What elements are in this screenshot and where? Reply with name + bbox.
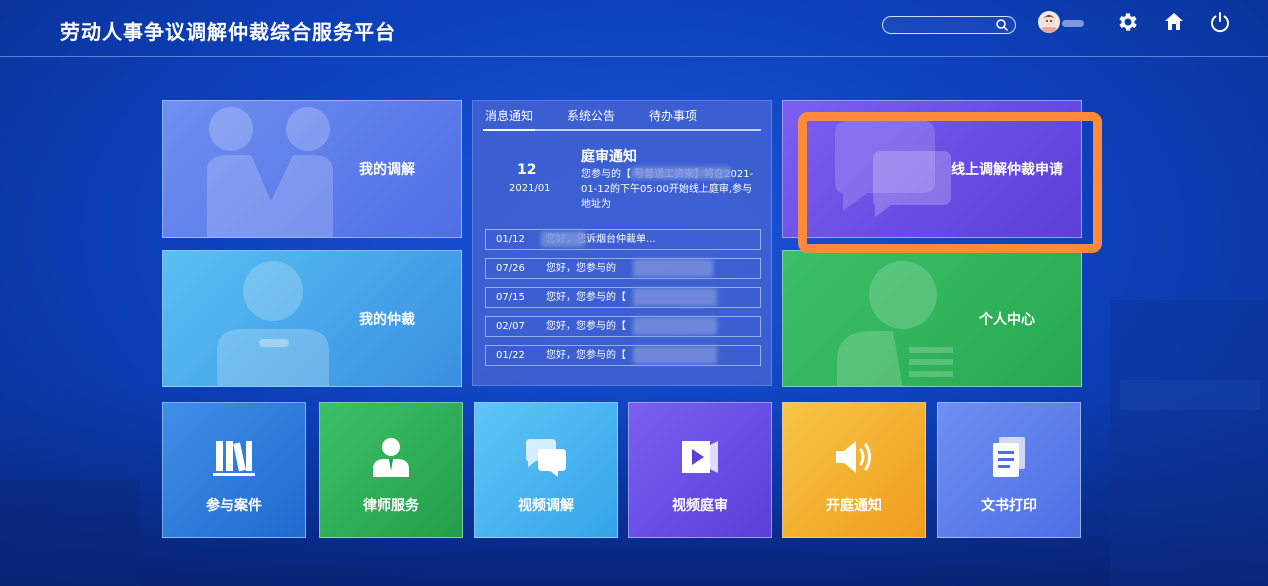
books-icon xyxy=(213,441,255,476)
redaction xyxy=(631,167,731,179)
personal-center-label: 个人中心 xyxy=(979,311,1035,328)
lawyer-icon xyxy=(373,438,409,477)
list-item-date: 01/12 xyxy=(496,234,525,245)
list-item[interactable]: 07/26 您好，您参与的 xyxy=(485,258,761,279)
list-item[interactable]: 02/07 您好，您参与的【 xyxy=(485,316,761,337)
hearing-notice-label: 开庭通知 xyxy=(826,498,882,514)
list-item[interactable]: 07/15 您好，您参与的【 xyxy=(485,287,761,308)
handshake-people-icon xyxy=(207,107,333,237)
featured-day: 12 xyxy=(517,162,537,178)
home-icon[interactable] xyxy=(1162,10,1186,34)
personal-center-tile[interactable]: 个人中心 xyxy=(782,250,1082,387)
power-icon[interactable] xyxy=(1208,10,1232,34)
my-arbitration-tile[interactable]: 我的仲裁 xyxy=(162,250,462,387)
search-icon[interactable] xyxy=(995,18,1009,32)
tab-announcements[interactable]: 系统公告 xyxy=(567,107,615,124)
featured-title: 庭审通知 xyxy=(581,149,637,165)
redaction xyxy=(541,231,585,247)
user-profile-icon xyxy=(837,261,953,386)
list-item-date: 07/26 xyxy=(496,263,525,274)
gear-icon[interactable] xyxy=(1116,10,1140,34)
document-icon xyxy=(993,437,1025,477)
video-mediation-label: 视频调解 xyxy=(518,498,574,514)
list-item[interactable]: 01/22 您好，您参与的【 xyxy=(485,345,761,366)
search-box[interactable] xyxy=(882,16,1016,34)
my-mediation-tile[interactable]: 我的调解 xyxy=(162,100,462,238)
lawyer-service-tile[interactable]: 律师服务 xyxy=(319,402,463,538)
avatar[interactable] xyxy=(1038,11,1060,33)
featured-year-month: 2021/01 xyxy=(509,183,551,194)
redaction xyxy=(633,317,717,335)
tab-todo[interactable]: 待办事项 xyxy=(649,107,697,124)
my-mediation-label: 我的调解 xyxy=(359,162,415,178)
video-mediation-tile[interactable]: 视频调解 xyxy=(474,402,618,538)
video-hearing-label: 视频庭审 xyxy=(672,498,728,514)
video-play-icon xyxy=(682,441,718,473)
app-title: 劳动人事争议调解仲裁综合服务平台 xyxy=(60,20,396,44)
participate-cases-tile[interactable]: 参与案件 xyxy=(162,402,306,538)
document-print-label: 文书打印 xyxy=(981,498,1037,514)
highlight-box xyxy=(798,112,1102,253)
user-name-redacted xyxy=(1062,20,1084,27)
person-icon xyxy=(217,261,329,386)
video-hearing-tile[interactable]: 视频庭审 xyxy=(628,402,772,538)
list-item-date: 07/15 xyxy=(496,292,525,303)
document-print-tile[interactable]: 文书打印 xyxy=(937,402,1081,538)
notification-tabs: 消息通知 系统公告 待办事项 xyxy=(482,107,761,131)
speaker-icon xyxy=(836,441,871,473)
list-item[interactable]: 01/12 您好，您诉烟台仲裁单... xyxy=(485,229,761,250)
lawyer-service-label: 律师服务 xyxy=(363,498,419,514)
my-arbitration-label: 我的仲裁 xyxy=(359,311,415,328)
notification-panel: 消息通知 系统公告 待办事项 12 2021/01 庭审通知 您参与的【 号普通… xyxy=(472,100,772,386)
redaction xyxy=(633,288,717,306)
participate-cases-label: 参与案件 xyxy=(206,498,262,514)
redaction xyxy=(633,259,713,277)
tab-messages[interactable]: 消息通知 xyxy=(482,107,536,131)
user-avatar-icon xyxy=(1041,14,1057,33)
hearing-notice-tile[interactable]: 开庭通知 xyxy=(782,402,926,538)
chat-bubbles-icon xyxy=(526,439,566,477)
list-item-date: 02/07 xyxy=(496,321,525,332)
list-item-date: 01/22 xyxy=(496,350,525,361)
top-bar: 劳动人事争议调解仲裁综合服务平台 xyxy=(0,0,1268,57)
search-input[interactable] xyxy=(891,17,991,33)
redaction xyxy=(633,346,717,364)
